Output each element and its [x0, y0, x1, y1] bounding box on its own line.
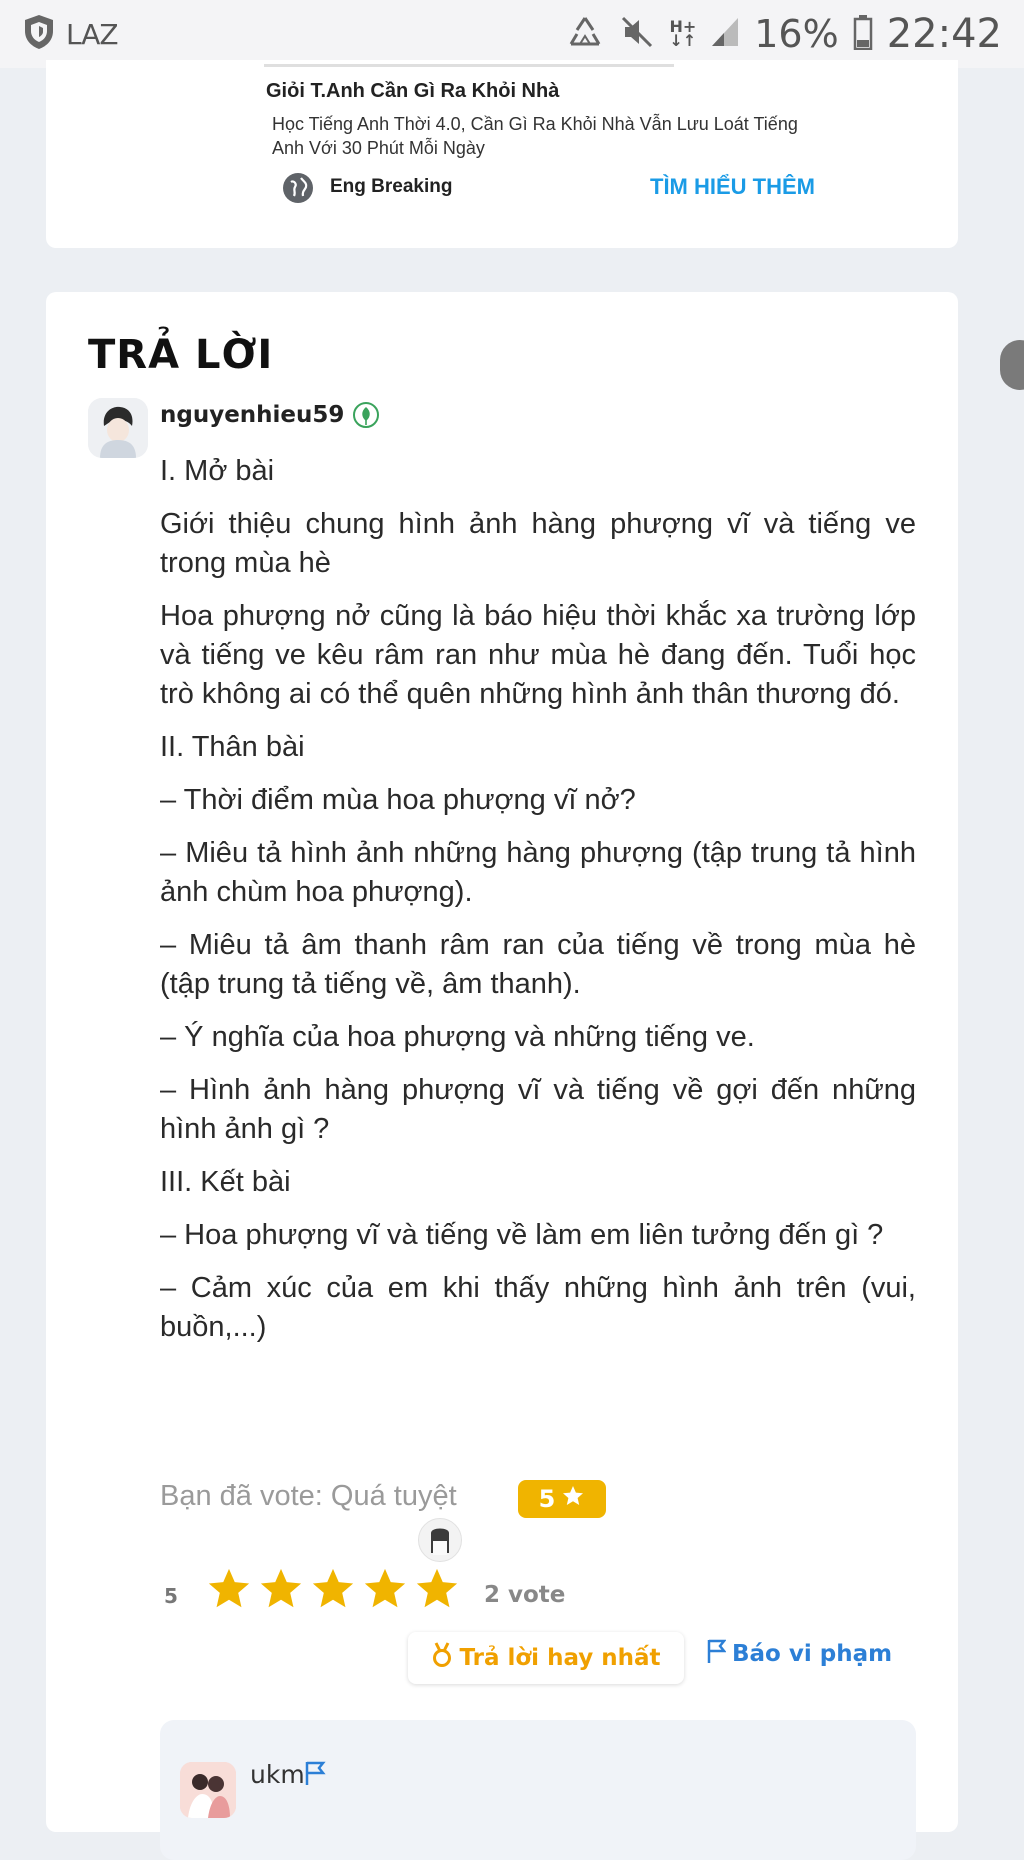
- star-icon[interactable]: [362, 1566, 408, 1612]
- ad-title: Giỏi T.Anh Cần Gì Ra Khỏi Nhà: [266, 80, 560, 102]
- carrier-label: LAZ: [66, 17, 119, 51]
- ad-content: Giỏi T.Anh Cần Gì Ra Khỏi Nhà Học Tiếng …: [218, 60, 838, 248]
- report-label: Báo vi phạm: [732, 1641, 893, 1667]
- answer-username[interactable]: nguyenhieu59: [160, 402, 344, 428]
- star-icon: [561, 1484, 585, 1514]
- medal-icon: [431, 1642, 453, 1674]
- network-indicator: H+ ↓↑: [669, 17, 697, 50]
- leaf-badge-icon: [352, 401, 380, 429]
- ad-brand: Eng Breaking: [330, 176, 453, 197]
- avatar[interactable]: [88, 398, 148, 458]
- answer-paragraph: Giới thiệu chung hình ảnh hàng phượng vĩ…: [160, 508, 916, 579]
- answer-paragraph: – Cảm xúc của em khi thấy những hình ảnh…: [160, 1272, 916, 1343]
- ad-image-edge: [264, 64, 674, 67]
- answer-card: TRẢ LỜI nguyenhieu59 I. Mở bài Giới thiệ…: [46, 292, 958, 1860]
- answer-paragraph: – Miêu tả hình ảnh những hàng phượng (tậ…: [160, 837, 916, 908]
- answer-paragraph: – Thời điểm mùa hoa phượng vĩ nở?: [160, 784, 636, 816]
- star-icon[interactable]: [206, 1566, 252, 1612]
- best-answer-button[interactable]: Trả lời hay nhất: [408, 1632, 684, 1684]
- shield-icon: [22, 13, 56, 55]
- battery-percent: 16%: [754, 12, 839, 56]
- status-bar: LAZ H+ ↓↑ 16% 22:42: [0, 0, 1024, 68]
- ad-description: Học Tiếng Anh Thời 4.0, Cần Gì Ra Khỏi N…: [272, 114, 798, 158]
- star-icon[interactable]: [414, 1566, 460, 1612]
- globe-icon: [282, 172, 314, 204]
- recycle-icon: [565, 14, 605, 54]
- learn-more-link[interactable]: TÌM HIỂU THÊM: [650, 174, 815, 200]
- answer-paragraph: II. Thân bài: [160, 731, 305, 763]
- answer-paragraph: III. Kết bài: [160, 1166, 291, 1198]
- answer-paragraph: – Miêu tả âm thanh râm ran của tiếng về …: [160, 929, 916, 1000]
- vote-status: Bạn đã vote: Quá tuyệt: [160, 1480, 457, 1512]
- answer-paragraph: – Hoa phượng vĩ và tiếng về làm em liên …: [160, 1219, 884, 1251]
- vote-count: 2 vote: [484, 1582, 566, 1608]
- comment-avatar[interactable]: [180, 1762, 236, 1818]
- answer-content: I. Mở bài Giới thiệu chung hình ảnh hàng…: [160, 452, 916, 1361]
- answer-paragraph: I. Mở bài: [160, 455, 275, 487]
- answer-paragraph: – Hình ảnh hàng phượng vĩ và tiếng về gợ…: [160, 1074, 916, 1145]
- rating-number: 5: [164, 1584, 178, 1608]
- clock: 22:42: [886, 11, 1002, 57]
- best-answer-label: Trả lời hay nhất: [459, 1645, 661, 1671]
- flag-icon: [706, 1638, 727, 1670]
- report-button[interactable]: Báo vi phạm: [706, 1638, 892, 1670]
- star-icon[interactable]: [258, 1566, 304, 1612]
- voter-avatar: [418, 1518, 462, 1562]
- vote-badge-value: 5: [538, 1485, 556, 1513]
- comment-username[interactable]: ukm: [250, 1760, 305, 1789]
- answer-paragraph: Hoa phượng nở cũng là báo hiệu thời khắc…: [160, 600, 916, 710]
- signal-icon: [710, 16, 740, 52]
- star-rating[interactable]: [206, 1566, 460, 1612]
- ad-card[interactable]: Giỏi T.Anh Cần Gì Ra Khỏi Nhà Học Tiếng …: [46, 60, 958, 248]
- flag-icon[interactable]: [304, 1760, 326, 1786]
- mute-icon: [619, 14, 655, 54]
- battery-icon: [853, 14, 873, 54]
- answer-heading: TRẢ LỜI: [88, 332, 274, 378]
- vote-badge: 5: [518, 1480, 606, 1518]
- comment-item: ukm: [160, 1720, 916, 1860]
- answer-paragraph: – Ý nghĩa của hoa phượng và những tiếng …: [160, 1021, 755, 1053]
- floating-avatar[interactable]: [1000, 340, 1024, 390]
- star-icon[interactable]: [310, 1566, 356, 1612]
